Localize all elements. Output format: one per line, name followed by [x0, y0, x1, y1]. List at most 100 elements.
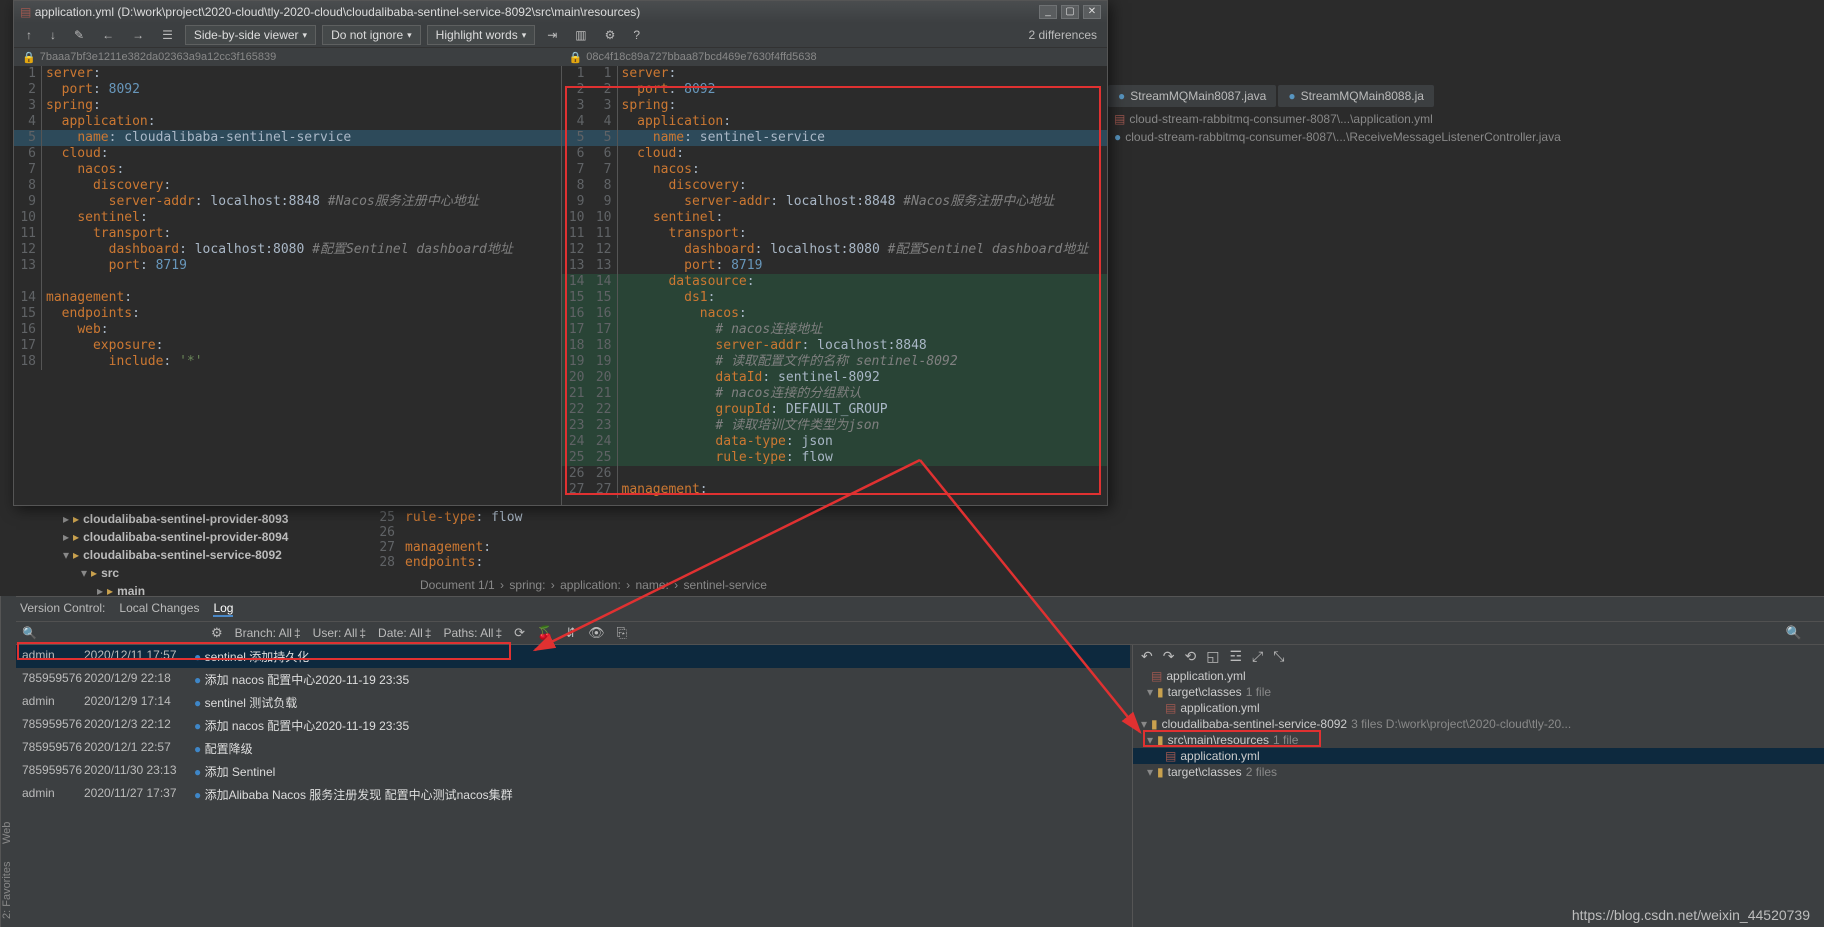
- expand-icon[interactable]: ⤢: [1252, 648, 1263, 665]
- code-line: 22 port: 8092: [562, 82, 1108, 98]
- sync-scroll-icon[interactable]: ▥: [569, 26, 592, 44]
- collapse-icon[interactable]: ⇥: [541, 26, 563, 44]
- commit-row[interactable]: 7859595762020/12/9 22:18● 添加 nacos 配置中心2…: [0, 668, 1130, 691]
- close-button[interactable]: ✕: [1083, 5, 1101, 19]
- prev-icon[interactable]: ↶: [1141, 648, 1153, 665]
- date-filter[interactable]: Date: All: [378, 626, 423, 640]
- file-tree-node[interactable]: ▾ ▮ target\classes 2 files: [1133, 764, 1824, 780]
- tab-log[interactable]: Log: [213, 601, 233, 617]
- code-line: 5 name: cloudalibaba-sentinel-service: [14, 130, 561, 146]
- file-tree-node[interactable]: ▾ ▮ cloudalibaba-sentinel-service-8092 3…: [1133, 716, 1824, 732]
- select-icon[interactable]: ◱: [1206, 648, 1219, 665]
- gear-icon[interactable]: ⚙: [211, 625, 223, 641]
- back-icon[interactable]: ←: [96, 26, 120, 44]
- forward-icon[interactable]: →: [126, 26, 150, 44]
- breadcrumb[interactable]: ●cloud-stream-rabbitmq-consumer-8087\...…: [1108, 128, 1824, 146]
- ignore-dropdown[interactable]: Do not ignore: [322, 25, 421, 45]
- refresh-icon[interactable]: ⟲: [1184, 648, 1196, 665]
- commit-row[interactable]: 7859595762020/12/1 22:57● 配置降级: [0, 737, 1130, 760]
- code-line: 6 cloud:: [14, 146, 561, 162]
- commit-row[interactable]: admin2020/12/9 17:14● sentinel 测试负载: [0, 691, 1130, 714]
- code-line: 1313 port: 8719: [562, 258, 1108, 274]
- code-line: [14, 274, 561, 290]
- code-line: 2727management:: [562, 482, 1108, 498]
- tab-local-changes[interactable]: Local Changes: [119, 601, 199, 617]
- lock-icon: 🔒: [22, 51, 36, 64]
- maximize-button[interactable]: ▢: [1061, 5, 1079, 19]
- code-line: 2121 # nacos连接的分组默认: [562, 386, 1108, 402]
- code-line: 1111 transport:: [562, 226, 1108, 242]
- project-node[interactable]: ▾ ▸ cloudalibaba-sentinel-service-8092: [33, 546, 358, 564]
- code-line: 17 exposure:: [14, 338, 561, 354]
- collapse-icon[interactable]: ⤡: [1273, 648, 1284, 665]
- editor-tab[interactable]: ●StreamMQMain8088.ja: [1278, 85, 1434, 107]
- commit-row[interactable]: admin2020/12/11 17:57● sentinel 添加持久化: [0, 645, 1130, 668]
- code-line: 77 nacos:: [562, 162, 1108, 178]
- web-tool[interactable]: Web: [1, 821, 16, 843]
- search-icon[interactable]: 🔍: [1786, 625, 1802, 641]
- code-line: 1818 server-addr: localhost:8848: [562, 338, 1108, 354]
- paths-filter[interactable]: Paths: All: [443, 626, 493, 640]
- search-icon: 🔍: [22, 626, 37, 640]
- favorites-tool[interactable]: 2: Favorites: [1, 862, 16, 919]
- breadcrumb[interactable]: ▤cloud-stream-rabbitmq-consumer-8087\...…: [1108, 110, 1824, 128]
- left-hash: 7baaa7bf3e1211e382da02363a9a12cc3f165839: [40, 51, 277, 63]
- code-line: 1212 dashboard: localhost:8080 #配置Sentin…: [562, 242, 1108, 258]
- help-icon[interactable]: ?: [627, 26, 646, 44]
- code-line: 1414 datasource:: [562, 274, 1108, 290]
- project-node[interactable]: ▸ ▸ cloudalibaba-sentinel-provider-8094: [33, 528, 358, 546]
- settings-icon[interactable]: ⚙: [599, 26, 622, 44]
- file-tree-node[interactable]: ▤ application.yml: [1133, 748, 1824, 764]
- code-line: 2626: [562, 466, 1108, 482]
- cherry-pick-icon[interactable]: 🍒: [537, 625, 553, 641]
- code-line: 11server:: [562, 66, 1108, 82]
- right-hash: 08c4f18c89a727bbaa87bcd469e7630f4ffd5638: [586, 51, 816, 63]
- viewer-dropdown[interactable]: Side-by-side viewer: [185, 25, 316, 45]
- group-icon[interactable]: ☲: [1229, 648, 1242, 665]
- code-line: 16 web:: [14, 322, 561, 338]
- code-line: 8 discovery:: [14, 178, 561, 194]
- file-tree-node[interactable]: ▤ application.yml: [1133, 700, 1824, 716]
- commit-row[interactable]: 7859595762020/11/30 23:13● 添加 Sentinel: [0, 760, 1130, 783]
- user-filter[interactable]: User: All: [313, 626, 358, 640]
- java-icon: ●: [1118, 89, 1125, 103]
- code-line: 44 application:: [562, 114, 1108, 130]
- vc-label: Version Control:: [20, 601, 105, 617]
- refresh-icon[interactable]: ⟳: [514, 625, 525, 641]
- minimize-button[interactable]: _: [1039, 5, 1057, 19]
- commit-row[interactable]: 7859595762020/12/3 22:12● 添加 nacos 配置中心2…: [0, 714, 1130, 737]
- code-line: 1717 # nacos连接地址: [562, 322, 1108, 338]
- next-diff-icon[interactable]: ↓: [44, 26, 62, 44]
- file-tree-node[interactable]: ▾ ▮ src\main\resources 1 file: [1133, 732, 1824, 748]
- collapse-icon[interactable]: ⇵: [565, 625, 576, 641]
- code-line: 13 port: 8719: [14, 258, 561, 274]
- branch-filter[interactable]: Branch: All: [235, 626, 292, 640]
- goto-icon[interactable]: ⎘: [617, 625, 627, 641]
- highlight-dropdown[interactable]: Highlight words: [427, 25, 536, 45]
- watermark: https://blog.csdn.net/weixin_44520739: [1572, 907, 1810, 923]
- code-line: 1010 sentinel:: [562, 210, 1108, 226]
- code-line: 11 transport:: [14, 226, 561, 242]
- list-icon[interactable]: ☰: [156, 26, 179, 44]
- code-line: 12 dashboard: localhost:8080 #配置Sentinel…: [14, 242, 561, 258]
- file-tree-node[interactable]: ▾ ▮ target\classes 1 file: [1133, 684, 1824, 700]
- search-input[interactable]: [49, 626, 199, 641]
- edit-icon[interactable]: ✎: [68, 26, 90, 44]
- code-line: 99 server-addr: localhost:8848 #Nacos服务注…: [562, 194, 1108, 210]
- code-line: 88 discovery:: [562, 178, 1108, 194]
- project-node[interactable]: ▾ ▸ src: [33, 564, 358, 582]
- prev-diff-icon[interactable]: ↑: [20, 26, 38, 44]
- code-line: 2020 dataId: sentinel-8092: [562, 370, 1108, 386]
- next-icon[interactable]: ↷: [1163, 648, 1175, 665]
- editor-tab[interactable]: ●StreamMQMain8087.java: [1108, 85, 1276, 107]
- code-line: 1616 nacos:: [562, 306, 1108, 322]
- project-node[interactable]: ▸ ▸ cloudalibaba-sentinel-provider-8093: [33, 510, 358, 528]
- code-line: 3spring:: [14, 98, 561, 114]
- java-icon: ●: [1114, 130, 1121, 144]
- code-line: 33spring:: [562, 98, 1108, 114]
- eye-icon[interactable]: 👁: [588, 625, 605, 641]
- code-line: 2 port: 8092: [14, 82, 561, 98]
- file-tree-node[interactable]: ▤ application.yml: [1133, 668, 1824, 684]
- commit-row[interactable]: admin2020/11/27 17:37● 添加Alibaba Nacos 服…: [0, 783, 1130, 806]
- code-line: 2222 groupId: DEFAULT_GROUP: [562, 402, 1108, 418]
